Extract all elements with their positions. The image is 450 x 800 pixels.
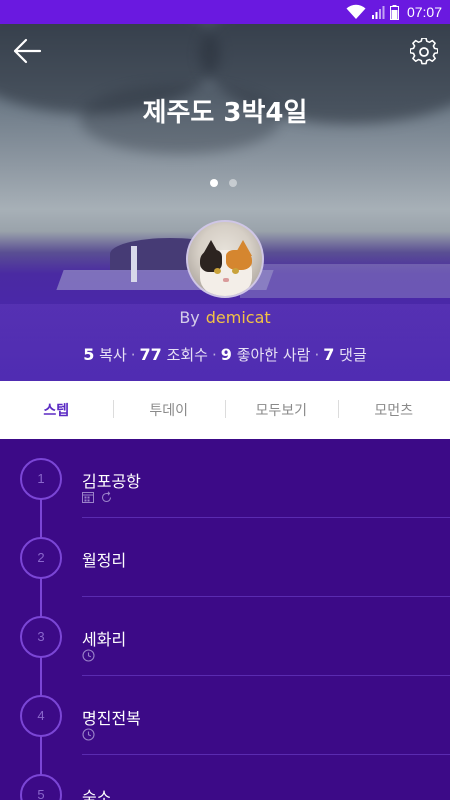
- byline: By demicat: [0, 308, 450, 327]
- step-item[interactable]: 5 숙소: [0, 755, 450, 800]
- step-name: 김포공항: [82, 472, 141, 491]
- step-icons: [82, 491, 113, 504]
- comments-label[interactable]: 댓글: [339, 346, 367, 364]
- by-label: By: [179, 308, 200, 327]
- clock-icon: [82, 728, 95, 741]
- views-count: 77: [139, 345, 162, 364]
- carousel-dot[interactable]: [210, 179, 218, 187]
- step-icons: [82, 649, 95, 662]
- copies-count: 5: [83, 345, 95, 364]
- cat-eye: [232, 268, 239, 274]
- step-item[interactable]: 3 세화리: [0, 597, 450, 676]
- cat-nose: [223, 278, 229, 282]
- trip-stats: 5 복사 · 77 조회수 · 9 좋아한 사람 · 7 댓글: [0, 344, 450, 365]
- cat-patch: [226, 250, 252, 270]
- tab-steps[interactable]: 스텝: [0, 400, 113, 420]
- author-name[interactable]: demicat: [206, 308, 271, 327]
- cat-eye: [214, 268, 221, 274]
- tab-view-all[interactable]: 모두보기: [225, 400, 338, 420]
- step-number: 4: [20, 695, 62, 737]
- steps-list[interactable]: 1 김포공항 2 월정리 3 세화리 4 명진전복 5 숙소: [0, 439, 450, 800]
- step-name: 월정리: [82, 551, 127, 570]
- back-arrow-icon[interactable]: [12, 38, 42, 64]
- carousel-dot[interactable]: [229, 179, 237, 187]
- refresh-icon: [101, 491, 112, 503]
- signal-icon: [371, 6, 385, 19]
- stat-separator: ·: [211, 346, 217, 364]
- carousel-indicator: [210, 179, 237, 187]
- step-item[interactable]: 2 월정리: [0, 518, 450, 597]
- sea-wall: [240, 264, 450, 298]
- status-time: 07:07: [406, 4, 442, 20]
- views-label: 조회수: [166, 346, 208, 364]
- wifi-icon: [346, 4, 366, 19]
- lighthouse: [131, 246, 137, 282]
- tab-moments[interactable]: 모먼츠: [337, 400, 450, 420]
- status-bar: 07:07: [0, 0, 450, 24]
- author-avatar[interactable]: [186, 220, 264, 298]
- tab-bar: 스텝 투데이 모두보기 모먼츠: [0, 381, 450, 439]
- step-item[interactable]: 4 명진전복: [0, 676, 450, 755]
- step-number: 3: [20, 616, 62, 658]
- step-name: 숙소: [82, 788, 112, 800]
- step-item[interactable]: 1 김포공항: [0, 439, 450, 518]
- step-number: 5: [20, 774, 62, 800]
- battery-icon: [389, 4, 399, 20]
- status-icons: 07:07: [346, 3, 442, 21]
- tab-today[interactable]: 투데이: [112, 400, 226, 420]
- step-name: 세화리: [82, 630, 127, 649]
- likes-label[interactable]: 좋아한 사람: [237, 346, 311, 364]
- comments-count: 7: [323, 345, 335, 364]
- trip-title: 제주도 3박4일: [142, 98, 308, 128]
- step-number: 1: [20, 458, 62, 500]
- stat-separator: ·: [130, 346, 136, 364]
- likes-count: 9: [220, 345, 232, 364]
- gear-icon[interactable]: [410, 38, 438, 66]
- copies-label[interactable]: 복사: [99, 346, 127, 364]
- calendar-icon: [82, 492, 94, 503]
- step-number: 2: [20, 537, 62, 579]
- trip-cover[interactable]: [0, 24, 450, 381]
- step-name: 명진전복: [82, 709, 141, 728]
- step-icons: [82, 728, 95, 741]
- stat-separator: ·: [314, 346, 320, 364]
- clock-icon: [82, 649, 95, 662]
